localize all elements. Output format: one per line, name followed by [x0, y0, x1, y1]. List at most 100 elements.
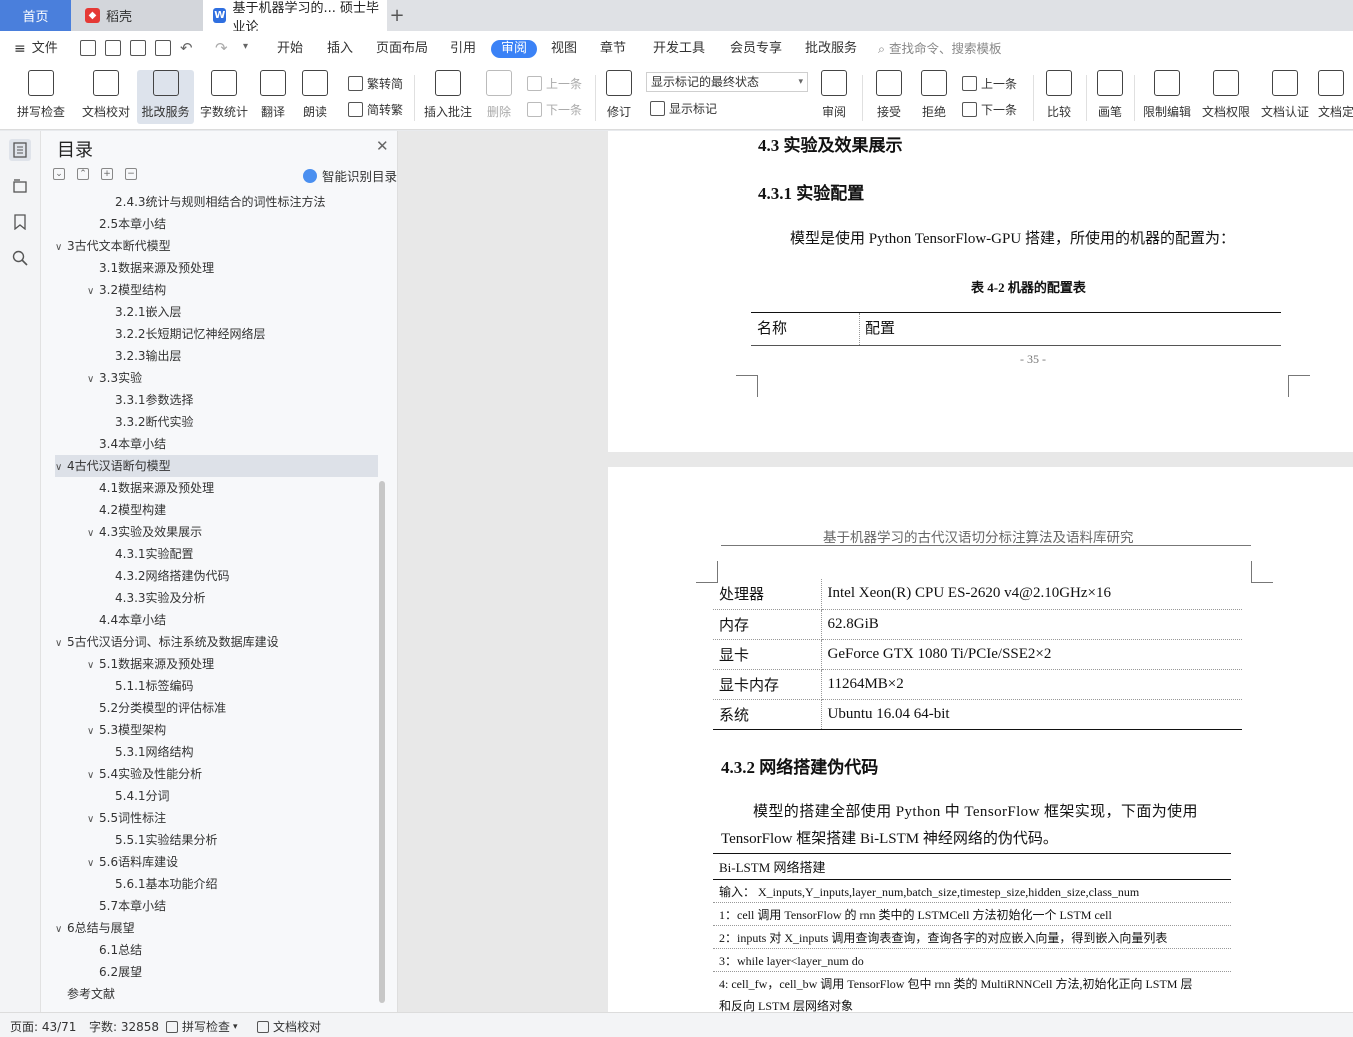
toc-item[interactable]: ∨ 6总结与展望 — [55, 917, 135, 939]
toc-item[interactable]: 3.4本章小结 — [99, 433, 166, 455]
tab-docer[interactable]: ◆ 稻壳 — [71, 0, 203, 31]
menu-member[interactable]: 会员专享 — [730, 40, 782, 58]
toc-item[interactable]: 6.2展望 — [99, 961, 142, 983]
toc-item[interactable]: ∨ 3.3实验 — [87, 367, 142, 389]
doc-more-button[interactable]: 文档定 — [1318, 70, 1353, 124]
menu-references[interactable]: 引用 — [450, 40, 476, 58]
toc-item[interactable]: 3.1数据来源及预处理 — [99, 257, 214, 279]
print-preview-icon[interactable] — [155, 40, 171, 56]
tab-document[interactable]: W 基于机器学习的... 硕士毕业论 — [203, 0, 387, 35]
toc-item[interactable]: 4.3.1实验配置 — [115, 543, 194, 565]
toc-item[interactable]: 5.6.1基本功能介绍 — [115, 873, 218, 895]
track-changes-button[interactable]: 修订 — [600, 70, 638, 124]
new-tab-button[interactable]: + — [387, 3, 407, 27]
trad-to-simp-button[interactable]: 繁转简 — [348, 73, 403, 93]
save-icon[interactable] — [80, 40, 96, 56]
menu-start[interactable]: 开始 — [277, 40, 303, 58]
prev-comment-button[interactable]: 上一条 — [527, 73, 582, 93]
toc-item[interactable]: 5.7本章小结 — [99, 895, 166, 917]
command-search[interactable]: ⌕ 查找命令、搜索模板 — [878, 40, 1002, 58]
show-markup-button[interactable]: 显示标记 — [650, 98, 717, 118]
reject-button[interactable]: 拒绝 — [914, 70, 954, 124]
toc-item[interactable]: 3.2.2长短期记忆神经网络层 — [115, 323, 266, 345]
markup-state-select[interactable]: 显示标记的最终状态 ▾ — [646, 72, 808, 92]
chevron-down-icon[interactable]: ∨ — [87, 523, 99, 545]
menu-developer[interactable]: 开发工具 — [653, 40, 705, 58]
menu-insert[interactable]: 插入 — [327, 40, 353, 58]
toc-item[interactable]: 5.1.1标签编码 — [115, 675, 194, 697]
toc-item[interactable]: 2.4.3统计与规则相结合的词性标注方法 — [115, 191, 326, 213]
chevron-down-icon[interactable]: ∨ — [87, 765, 99, 787]
toc-item[interactable]: 5.3.1网络结构 — [115, 741, 194, 763]
toc-item[interactable]: ∨ 5.6语料库建设 — [87, 851, 178, 873]
toc-item[interactable]: ∨ 4.3实验及效果展示 — [87, 521, 202, 543]
word-count-button[interactable]: 字数统计 — [197, 70, 251, 124]
chevron-down-icon[interactable]: ∨ — [55, 237, 67, 259]
toc-item[interactable]: 2.5本章小结 — [99, 213, 166, 235]
toc-item[interactable]: 4.4本章小结 — [99, 609, 166, 631]
reviewing-pane-button[interactable]: 审阅 — [814, 70, 854, 124]
tab-home[interactable]: 首页 — [0, 0, 71, 31]
word-count-indicator[interactable]: 字数: 32858 — [89, 1018, 159, 1035]
toc-item[interactable]: 3.2.3输出层 — [115, 345, 182, 367]
menu-review[interactable]: 审阅 — [491, 40, 538, 58]
menu-view[interactable]: 视图 — [551, 40, 577, 58]
toc-item[interactable]: 5.5.1实验结果分析 — [115, 829, 218, 851]
next-comment-button[interactable]: 下一条 — [527, 99, 582, 119]
restrict-editing-button[interactable]: 限制编辑 — [1140, 70, 1194, 124]
read-aloud-button[interactable]: 朗读 — [296, 70, 334, 124]
print-icon[interactable] — [130, 40, 146, 56]
bookmark-icon[interactable] — [9, 211, 31, 233]
chevron-down-icon[interactable]: ∨ — [87, 853, 99, 875]
chevron-down-icon[interactable]: ∨ — [87, 809, 99, 831]
chevron-down-icon[interactable]: ∨ — [55, 457, 67, 479]
chevron-down-icon[interactable]: ∨ — [87, 655, 99, 677]
spell-check-button[interactable]: 拼写检查 — [8, 70, 74, 124]
toc-item[interactable]: 4.3.3实验及分析 — [115, 587, 206, 609]
toc-item[interactable]: ∨ 4古代汉语断句模型 — [55, 455, 378, 477]
translate-button[interactable]: 翻译 — [254, 70, 292, 124]
toc-item[interactable]: 5.2分类模型的评估标准 — [99, 697, 226, 719]
toc-item[interactable]: 3.3.1参数选择 — [115, 389, 194, 411]
simp-to-trad-button[interactable]: 简转繁 — [348, 99, 403, 119]
status-spell-check[interactable]: 拼写检查 ▾ — [166, 1018, 238, 1035]
toc-item[interactable]: ∨ 5.4实验及性能分析 — [87, 763, 202, 785]
doc-permission-button[interactable]: 文档权限 — [1199, 70, 1253, 124]
add-heading-icon[interactable]: + — [101, 168, 113, 180]
toc-item[interactable]: 6.1总结 — [99, 939, 142, 961]
toc-item[interactable]: ∨ 3古代文本断代模型 — [55, 235, 171, 257]
undo-icon[interactable]: ↶ — [180, 39, 193, 57]
correction-service-button[interactable]: 批改服务 — [137, 70, 194, 124]
export-pdf-icon[interactable] — [105, 40, 121, 56]
accept-button[interactable]: 接受 — [869, 70, 909, 124]
toc-item[interactable]: 3.3.2断代实验 — [115, 411, 194, 433]
quick-access-dropdown-icon[interactable]: ▾ — [243, 41, 248, 52]
doc-certify-button[interactable]: 文档认证 — [1258, 70, 1312, 124]
next-change-button[interactable]: 下一条 — [962, 99, 1017, 119]
pen-button[interactable]: 画笔 — [1092, 70, 1128, 124]
page-indicator[interactable]: 页面: 43/71 — [10, 1018, 76, 1035]
chevron-down-icon[interactable]: ∨ — [87, 369, 99, 391]
status-proofread[interactable]: 文档校对 — [257, 1018, 321, 1035]
file-menu[interactable]: ≡ 文件 — [14, 40, 58, 58]
smart-toc-button[interactable]: 智能识别目录 — [303, 166, 397, 185]
toc-item[interactable]: ∨ 5.5词性标注 — [87, 807, 166, 829]
collapse-all-icon[interactable]: ⌃ — [77, 168, 89, 180]
outline-icon[interactable] — [9, 139, 31, 161]
chevron-down-icon[interactable]: ∨ — [55, 633, 67, 655]
toc-item[interactable]: 3.2.1嵌入层 — [115, 301, 182, 323]
remove-heading-icon[interactable]: − — [125, 168, 137, 180]
chevron-down-icon[interactable]: ∨ — [87, 721, 99, 743]
toc-item[interactable]: ∨ 3.2模型结构 — [87, 279, 166, 301]
toc-item[interactable]: ∨ 5.3模型架构 — [87, 719, 166, 741]
expand-all-icon[interactable]: ⌄ — [53, 168, 65, 180]
prev-change-button[interactable]: 上一条 — [962, 73, 1017, 93]
search-icon[interactable] — [9, 247, 31, 269]
chevron-down-icon[interactable]: ∨ — [55, 919, 67, 941]
toc-scrollbar[interactable] — [379, 481, 385, 1003]
toc-item[interactable]: 4.3.2网络搭建伪代码 — [115, 565, 230, 587]
toc-item[interactable]: 5.4.1分词 — [115, 785, 170, 807]
toc-item[interactable]: 4.1数据来源及预处理 — [99, 477, 214, 499]
toc-item[interactable]: 参考文献 — [67, 983, 115, 1005]
chapter-nav-icon[interactable] — [9, 175, 31, 197]
